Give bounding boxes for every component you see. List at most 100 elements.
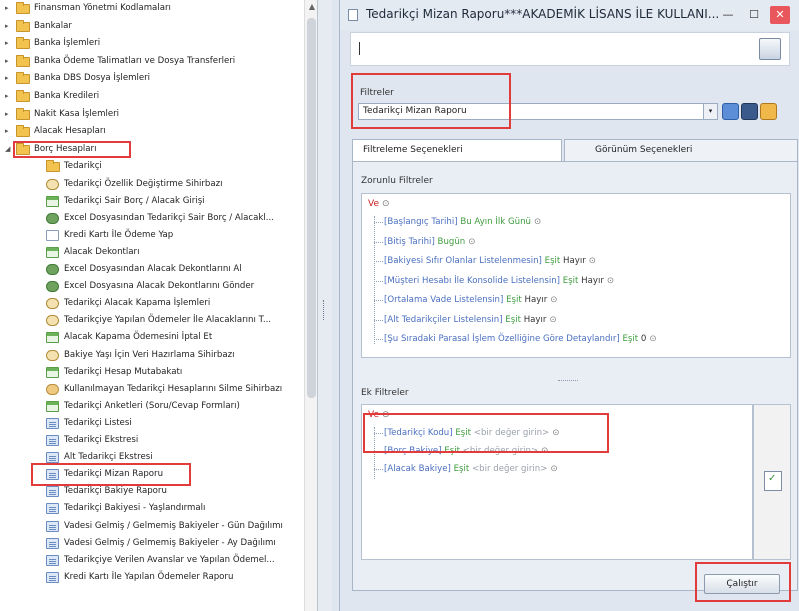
- tree-item-label: Tedarikçi Anketleri (Soru/Cevap Formları…: [64, 400, 240, 411]
- tree-child-item[interactable]: Excel Dosyasından Tedarikçi Sair Borç / …: [0, 210, 300, 227]
- tree-item-label: Tedarikçi Alacak Kapama İşlemleri: [64, 298, 211, 309]
- filter-value[interactable]: Hayır: [581, 276, 604, 286]
- document-icon: [46, 229, 59, 241]
- filter-condition-row[interactable]: [Başlangıç Tarihi] Bu Ayın İlk Günü ⊙: [373, 214, 541, 230]
- add-condition-icon[interactable]: ⊙: [468, 237, 475, 247]
- collapsed-arrow-icon[interactable]: ▸: [5, 123, 13, 140]
- scroll-thumb[interactable]: [307, 18, 316, 398]
- add-condition-icon[interactable]: ⊙: [550, 464, 557, 474]
- tree-child-item[interactable]: Tedarikçi Hesap Mutabakatı: [0, 364, 300, 381]
- tree-child-item[interactable]: Tedarikçi Özellik Değiştirme Sihirbazı: [0, 176, 300, 193]
- tree-child-item[interactable]: Alacak Kapama Ödemesini İptal Et: [0, 329, 300, 346]
- tree-child-item[interactable]: Kullanılmayan Tedarikçi Hesaplarını Silm…: [0, 381, 300, 398]
- maximize-button[interactable]: ☐: [744, 6, 764, 24]
- filter-operator[interactable]: Eşit: [622, 334, 638, 344]
- filter-field[interactable]: [Bakiyesi Sıfır Olanlar Listelenmesin]: [384, 256, 542, 266]
- filter-operator[interactable]: Eşit: [506, 295, 522, 305]
- filter-value[interactable]: <bir değer girin>: [472, 464, 547, 474]
- filter-condition-row[interactable]: [Bakiyesi Sıfır Olanlar Listelenmesin] E…: [374, 253, 596, 269]
- add-condition-icon[interactable]: ⊙: [550, 295, 557, 305]
- tree-child-item[interactable]: Tedarikçi Alacak Kapama İşlemleri: [0, 295, 300, 312]
- filter-field[interactable]: [Alacak Bakiye]: [384, 464, 451, 474]
- tree-item-label: Vadesi Gelmiş / Gelmemiş Bakiyeler - Ay …: [64, 537, 276, 548]
- filter-field[interactable]: [Şu Sıradaki Parasal İşlem Özelliğine Gö…: [384, 334, 620, 344]
- filter-field[interactable]: [Bitiş Tarihi]: [384, 237, 435, 247]
- add-condition-icon[interactable]: ⊙: [589, 256, 596, 266]
- tree-child-item[interactable]: Tedarikçi Bakiye Raporu: [0, 483, 300, 500]
- minimize-button[interactable]: —: [718, 6, 738, 24]
- filter-operator[interactable]: Eşit: [454, 464, 470, 474]
- filter-value[interactable]: Hayır: [524, 315, 547, 325]
- tree-child-item[interactable]: Tedarikçiye Yapılan Ödemeler İle Alacakl…: [0, 312, 300, 329]
- filter-value[interactable]: 0: [641, 334, 646, 344]
- save-icon[interactable]: [741, 103, 758, 120]
- filter-condition-row[interactable]: [Müşteri Hesabı İle Konsolide Listelensi…: [373, 273, 614, 289]
- tree-child-item[interactable]: Tedarikçi Anketleri (Soru/Cevap Formları…: [0, 398, 300, 415]
- tree-child-item[interactable]: Bakiye Yaşı İçin Veri Hazırlama Sihirbaz…: [0, 347, 300, 364]
- collapsed-arrow-icon[interactable]: ▸: [5, 106, 13, 123]
- tab-filter-options[interactable]: Filtreleme Seçenekleri: [352, 139, 562, 161]
- tree-item-label: Alacak Hesapları: [34, 126, 106, 137]
- and-operator[interactable]: Ve ⊙: [368, 199, 390, 209]
- filter-value[interactable]: Bu Ayın İlk Günü: [460, 217, 531, 227]
- panel-splitter[interactable]: [318, 0, 332, 611]
- tree-child-item[interactable]: Tedarikçiye Verilen Avanslar ve Yapılan …: [0, 552, 300, 569]
- tree-child-item[interactable]: Vadesi Gelmiş / Gelmemiş Bakiyeler - Gün…: [0, 518, 300, 535]
- collapsed-arrow-icon[interactable]: ▸: [5, 53, 13, 70]
- filter-value[interactable]: Hayır: [563, 256, 586, 266]
- filter-field[interactable]: [Başlangıç Tarihi]: [384, 217, 458, 227]
- filter-condition-row[interactable]: [Şu Sıradaki Parasal İşlem Özelliğine Gö…: [374, 331, 657, 347]
- tree-child-item[interactable]: Vadesi Gelmiş / Gelmemiş Bakiyeler - Ay …: [0, 535, 300, 552]
- tree-scrollbar[interactable]: ▲: [304, 0, 317, 611]
- collapsed-arrow-icon[interactable]: ▸: [5, 70, 13, 87]
- filter-condition-row[interactable]: [Alt Tedarikçiler Listelensin] Eşit Hayı…: [374, 312, 557, 328]
- tree-item-label: Bankalar: [34, 20, 72, 31]
- tree-child-item[interactable]: Kredi Kartı İle Yapılan Ödemeler Raporu: [0, 569, 300, 586]
- collapsed-arrow-icon[interactable]: ▸: [5, 0, 13, 17]
- tree-child-item[interactable]: Tedarikçi Ekstresi: [0, 432, 300, 449]
- add-condition-icon[interactable]: ⊙: [382, 199, 390, 209]
- close-button[interactable]: ✕: [770, 6, 790, 24]
- splitter-grip[interactable]: [558, 380, 578, 381]
- expanded-arrow-icon[interactable]: ◢: [5, 141, 13, 158]
- filter-field[interactable]: [Müşteri Hesabı İle Konsolide Listelensi…: [384, 276, 560, 286]
- scroll-up-icon[interactable]: ▲: [305, 2, 317, 11]
- filter-field[interactable]: [Alt Tedarikçiler Listelensin]: [384, 315, 503, 325]
- excel-export-icon[interactable]: [764, 471, 782, 491]
- tree-child-item[interactable]: Excel Dosyasından Alacak Dekontlarını Al: [0, 261, 300, 278]
- refresh-icon[interactable]: [722, 103, 739, 120]
- tab-view-options[interactable]: Görünüm Seçenekleri: [564, 139, 798, 161]
- filter-operator[interactable]: Eşit: [545, 256, 561, 266]
- filter-value[interactable]: Bugün: [438, 237, 466, 247]
- report-icon: [46, 435, 59, 446]
- tree-child-item[interactable]: Alacak Dekontları: [0, 244, 300, 261]
- tree-item-label: Banka Ödeme Talimatları ve Dosya Transfe…: [34, 55, 236, 66]
- filter-condition-row[interactable]: [Ortalama Vade Listelensin] Eşit Hayır ⊙: [373, 292, 557, 308]
- tree-child-item[interactable]: Tedarikçi: [0, 158, 300, 175]
- tree-child-item[interactable]: Kredi Kartı İle Ödeme Yap: [0, 227, 300, 244]
- tree-child-item[interactable]: Tedarikçi Listesi: [0, 415, 300, 432]
- add-condition-icon[interactable]: ⊙: [534, 217, 541, 227]
- filter-field[interactable]: [Ortalama Vade Listelensin]: [384, 295, 503, 305]
- tree-item-label: Tedarikçi Hesap Mutabakatı: [64, 366, 183, 377]
- filter-manage-icon[interactable]: [760, 103, 777, 120]
- text-cursor: [359, 42, 360, 55]
- add-condition-icon[interactable]: ⊙: [549, 315, 556, 325]
- add-condition-icon[interactable]: ⊙: [607, 276, 614, 286]
- tree-child-item[interactable]: Tedarikçi Mizan Raporu: [0, 463, 300, 487]
- folder-icon: [16, 125, 30, 138]
- filter-operator[interactable]: Eşit: [505, 315, 521, 325]
- report-settings-icon[interactable]: [759, 38, 781, 60]
- filter-condition-row[interactable]: [Bitiş Tarihi] Bugün ⊙: [373, 234, 475, 250]
- tree-child-item[interactable]: Tedarikçi Sair Borç / Alacak Girişi: [0, 193, 300, 210]
- chevron-down-icon[interactable]: ▾: [703, 104, 717, 119]
- collapsed-arrow-icon[interactable]: ▸: [5, 35, 13, 52]
- tree-child-item[interactable]: Tedarikçi Bakiyesi - Yaşlandırmalı: [0, 500, 300, 517]
- collapsed-arrow-icon[interactable]: ▸: [5, 88, 13, 105]
- collapsed-arrow-icon[interactable]: ▸: [5, 18, 13, 35]
- tree-child-item[interactable]: Excel Dosyasına Alacak Dekontlarını Gönd…: [0, 278, 300, 295]
- filter-condition-row[interactable]: [Alacak Bakiye] Eşit <bir değer girin> ⊙: [374, 461, 558, 477]
- filter-value[interactable]: Hayır: [525, 295, 548, 305]
- filter-operator[interactable]: Eşit: [563, 276, 579, 286]
- add-condition-icon[interactable]: ⊙: [649, 334, 656, 344]
